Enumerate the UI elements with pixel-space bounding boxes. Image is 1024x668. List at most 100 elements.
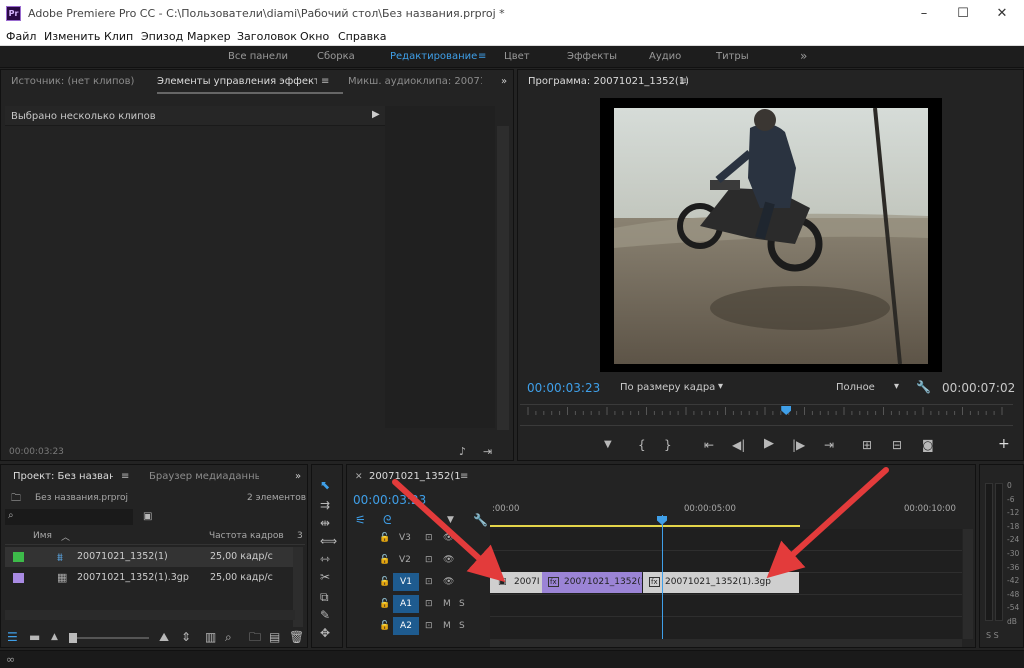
lock-icon[interactable]: 🔓: [379, 555, 390, 565]
workspace-all-panels[interactable]: Все панели: [228, 51, 288, 62]
track-label-v1[interactable]: V1: [393, 573, 419, 591]
selection-tool-icon[interactable]: ⬉: [320, 479, 330, 491]
sync-icon[interactable]: ⊡: [425, 621, 433, 631]
sequence-menu-icon[interactable]: ≡: [460, 465, 470, 489]
zoom-slider-handle[interactable]: [69, 633, 77, 643]
solo-icon[interactable]: S: [459, 599, 465, 609]
snap-icon[interactable]: ⚟: [355, 514, 366, 526]
lock-icon[interactable]: 🔓: [379, 599, 390, 609]
automate-icon[interactable]: ▥: [205, 631, 216, 643]
track-label-a2[interactable]: A2: [393, 617, 419, 635]
play-triangle-icon[interactable]: ▶: [372, 109, 380, 120]
add-marker-icon[interactable]: ▼: [604, 439, 612, 451]
rate-stretch-icon[interactable]: ⇿: [320, 553, 330, 565]
menu-help[interactable]: Справка: [338, 30, 386, 43]
track-area[interactable]: ▣ 2007I fx 20071021_1352(1 fx 20071021_1…: [490, 515, 962, 639]
step-back-icon[interactable]: ◀|: [732, 439, 745, 451]
fit-dropdown[interactable]: По размеру кадра ▾: [618, 379, 730, 395]
mute-icon[interactable]: M: [443, 621, 451, 631]
workspace-titles[interactable]: Титры: [716, 51, 749, 62]
quality-dropdown[interactable]: Полное ▾: [830, 379, 908, 395]
menu-edit[interactable]: Изменить: [44, 30, 100, 43]
zoom-large-icon[interactable]: ⛰: [159, 631, 169, 643]
sync-icon[interactable]: ⊡: [425, 533, 433, 543]
workspace-assembly[interactable]: Сборка: [317, 51, 355, 62]
add-marker-icon[interactable]: ▼: [447, 514, 454, 526]
tab-media-browser[interactable]: Браузер медиаданных: [149, 465, 259, 489]
solo-buttons[interactable]: S S: [986, 631, 999, 640]
track-label-a1[interactable]: A1: [393, 595, 419, 613]
video-clip[interactable]: fx 20071021_1352(1).3gp: [643, 572, 799, 593]
rolling-edit-icon[interactable]: ⟺: [320, 535, 337, 547]
timeline-settings-icon[interactable]: 🔧: [473, 514, 488, 526]
tab-program[interactable]: Программа: 20071021_1352(1): [528, 70, 688, 94]
icon-view-icon[interactable]: ▬: [29, 631, 40, 643]
project-item-row[interactable]: ⩩ 20071021_1352(1) 25,00 кадр/с: [5, 547, 293, 567]
project-menu-icon[interactable]: ≡: [121, 465, 131, 489]
new-bin-icon[interactable]: ▣: [143, 511, 152, 523]
list-view-icon[interactable]: ☰: [7, 631, 18, 643]
menu-clip[interactable]: Клип: [104, 30, 133, 43]
program-time-ruler[interactable]: [520, 404, 1013, 420]
export-frame-icon[interactable]: ◙: [922, 439, 934, 451]
go-to-out-icon[interactable]: ⇥: [824, 439, 834, 451]
workspace-audio[interactable]: Аудио: [649, 51, 681, 62]
zoom-small-icon[interactable]: ▲: [51, 631, 58, 643]
maximize-icon[interactable]: ☐: [953, 4, 973, 24]
mute-icon[interactable]: M: [443, 599, 451, 609]
eye-icon[interactable]: 👁: [443, 533, 454, 543]
razor-icon[interactable]: ✂: [320, 571, 330, 583]
work-area-bar[interactable]: [490, 525, 800, 527]
new-bin-icon[interactable]: 🗀: [249, 631, 261, 643]
solo-icon[interactable]: S: [459, 621, 465, 631]
nested-sequence-clip[interactable]: fx 20071021_1352(1: [542, 572, 642, 593]
project-item-row[interactable]: ▦ 20071021_1352(1).3gp 25,00 кадр/с: [5, 568, 293, 588]
video-clip[interactable]: ▣ 2007I: [490, 572, 542, 593]
timeline-timecode[interactable]: 00:00:03:23: [353, 493, 426, 507]
workspace-editing[interactable]: Редактирование: [390, 51, 477, 62]
track-select-icon[interactable]: ⇉: [320, 499, 330, 511]
pen-tool-icon[interactable]: ✎: [320, 609, 330, 621]
program-menu-icon[interactable]: ≡: [679, 70, 691, 94]
sync-icon[interactable]: ⊡: [425, 577, 433, 587]
menu-window[interactable]: Окно: [300, 30, 329, 43]
audio-icon[interactable]: ♪: [459, 446, 466, 458]
eye-icon[interactable]: 👁: [443, 555, 454, 565]
zoom-slider[interactable]: [69, 633, 149, 643]
mark-out-icon[interactable]: }: [664, 439, 672, 451]
workspace-effects[interactable]: Эффекты: [567, 51, 617, 62]
timeline-h-scrollbar[interactable]: [490, 639, 962, 647]
tab-audio-mixer[interactable]: Микш. аудиоклипа: 20071021: [348, 70, 482, 94]
tab-menu-icon[interactable]: ≡: [321, 70, 333, 94]
creative-cloud-icon[interactable]: ∞: [6, 653, 15, 666]
slip-tool-icon[interactable]: ⧉: [320, 591, 329, 603]
lift-icon[interactable]: ⊞: [862, 439, 872, 451]
lock-icon[interactable]: 🔓: [379, 577, 390, 587]
export-icon[interactable]: ⇥: [483, 446, 492, 458]
tab-project[interactable]: Проект: Без названия: [13, 465, 113, 489]
workspace-color[interactable]: Цвет: [504, 51, 530, 62]
add-button-icon[interactable]: +: [998, 437, 1010, 451]
wrench-icon[interactable]: 🔧: [916, 381, 931, 393]
more-workspaces-icon[interactable]: »: [800, 49, 807, 63]
sort-up-icon[interactable]: ︿: [61, 530, 70, 543]
extract-icon[interactable]: ⊟: [892, 439, 902, 451]
linked-selection-icon[interactable]: ᘓ: [383, 514, 391, 526]
step-forward-icon[interactable]: |▶: [792, 439, 805, 451]
close-sequence-icon[interactable]: ✕: [355, 472, 363, 482]
column-frame-rate[interactable]: Частота кадров: [209, 531, 284, 541]
timeline-ruler[interactable]: :00:00 00:00:05:00 00:00:10:00: [490, 499, 970, 527]
timeline-scrollbar[interactable]: [963, 529, 973, 639]
project-search-input[interactable]: ⌕: [5, 509, 133, 525]
track-label-v3[interactable]: V3: [399, 533, 411, 543]
lock-icon[interactable]: 🔓: [379, 533, 390, 543]
menu-marker[interactable]: Маркер: [187, 30, 231, 43]
ripple-edit-icon[interactable]: ⇹: [320, 517, 330, 529]
workspace-menu-icon[interactable]: ≡: [478, 51, 486, 62]
sort-icon[interactable]: ⇕: [181, 631, 191, 643]
vertical-scrollbar[interactable]: [497, 126, 509, 430]
find-icon[interactable]: ⌕: [225, 631, 232, 643]
program-timecode[interactable]: 00:00:03:23: [527, 381, 600, 395]
hand-tool-icon[interactable]: ✥: [320, 627, 330, 639]
menu-sequence[interactable]: Эпизод: [141, 30, 183, 43]
